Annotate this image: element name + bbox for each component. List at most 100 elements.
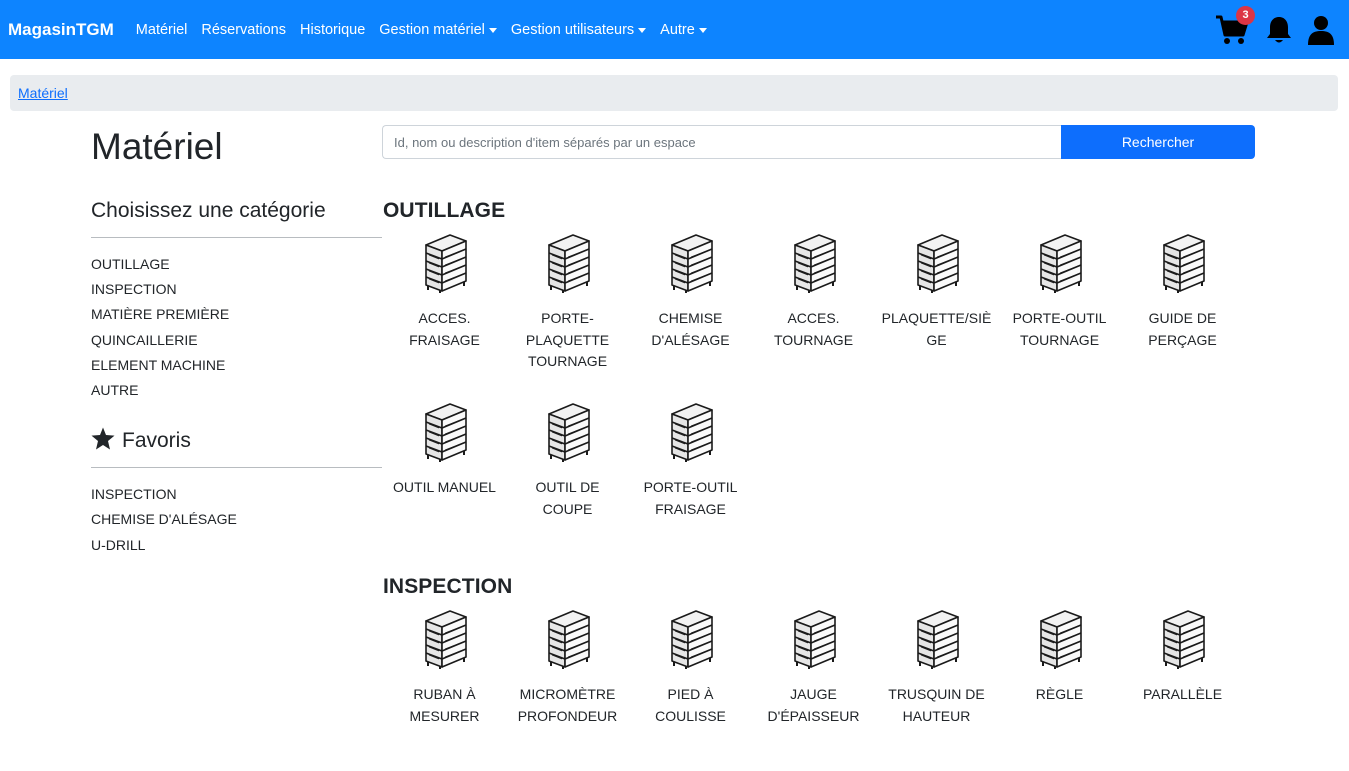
tile-label: OUTIL DE COUPE: [535, 479, 600, 517]
nav-link-label: Autre: [660, 21, 695, 38]
page-title: Matériel: [91, 126, 223, 167]
caret-down-icon: [638, 27, 647, 33]
favorite-link[interactable]: U-DRILL: [91, 536, 382, 561]
brand-logo[interactable]: MagasinTGM: [8, 20, 114, 40]
category-heading: Choisissez une catégorie: [91, 199, 326, 222]
tile-label: RUBAN À MESURER: [409, 686, 480, 724]
search-bar: Rechercher: [382, 125, 1255, 159]
category-tile[interactable]: RÈGLE: [998, 602, 1121, 771]
storage-cabinet-icon: [543, 226, 593, 298]
tile-label: ACCES. FRAISAGE: [409, 310, 480, 348]
category-tile[interactable]: JAUGE D'ÉPAISSEUR: [752, 602, 875, 771]
breadcrumb: Matériel: [10, 75, 1338, 111]
storage-cabinet-icon: [543, 602, 593, 674]
tile-label: ACCES. TOURNAGE: [773, 310, 854, 348]
category-tile[interactable]: TRUSQUIN DE HAUTEUR: [875, 602, 998, 771]
category-tile[interactable]: CHEMISE D'ALÉSAGE: [629, 226, 752, 395]
favorite-link[interactable]: INSPECTION: [91, 485, 382, 510]
nav-link-reservations[interactable]: Réservations: [201, 22, 286, 38]
section-title: OUTILLAGE: [383, 199, 506, 222]
storage-cabinet-icon: [420, 602, 470, 674]
cart-icon[interactable]: 3: [1215, 5, 1255, 46]
favorites-list: INSPECTION CHEMISE D'ALÉSAGE U-DRILL: [91, 485, 382, 561]
storage-cabinet-icon: [1158, 602, 1208, 674]
tile-label: PARALLÈLE: [1142, 686, 1223, 702]
storage-cabinet-icon: [420, 395, 470, 467]
category-list: OUTILLAGE INSPECTION MATIÈRE PREMIÈRE QUINC…: [91, 255, 382, 406]
favorites-heading-label: Favoris: [122, 429, 191, 453]
nav-items: Matériel Réservations Historique Gestion ma…: [136, 22, 721, 38]
nav-link-gestion-utilisateurs[interactable]: Gestion utilisateurs: [510, 21, 647, 38]
category-link[interactable]: INSPECTION: [91, 280, 382, 305]
caret-down-icon: [698, 27, 707, 33]
storage-cabinet-icon: [1158, 226, 1208, 298]
storage-cabinet-icon: [789, 226, 839, 298]
nav-link-autre[interactable]: Autre: [660, 22, 707, 38]
tile-label: TRUSQUIN DE HAUTEUR: [888, 686, 985, 724]
category-content: OUTILLAGE ACCES. FRAISAGE PORTE-PLAQUETT…: [383, 196, 1263, 771]
category-link[interactable]: MATIÈRE PREMIÈRE: [91, 305, 382, 330]
breadcrumb-link-materiel[interactable]: Matériel: [18, 85, 68, 101]
category-tile[interactable]: PORTE-OUTIL FRAISAGE: [629, 395, 752, 564]
favorite-link[interactable]: CHEMISE D'ALÉSAGE: [91, 510, 382, 535]
storage-cabinet-icon: [912, 226, 962, 298]
nav-link-materiel[interactable]: Matériel: [136, 22, 188, 38]
sidebar: Choisissez une catégorie OUTILLAGE INSPEC…: [91, 196, 382, 561]
tile-label: OUTIL MANUEL: [393, 479, 496, 495]
storage-cabinet-icon: [543, 395, 593, 467]
nav-link-gestion-materiel[interactable]: Gestion matériel: [379, 22, 497, 38]
category-tile[interactable]: RUBAN À MESURER: [383, 602, 506, 771]
nav-link-label: Historique: [300, 21, 366, 38]
category-link[interactable]: AUTRE: [91, 381, 382, 406]
category-tile[interactable]: ACCES. FRAISAGE: [383, 226, 506, 395]
top-navbar: MagasinTGM Matériel Réservations Historiqu…: [0, 0, 1349, 59]
storage-cabinet-icon: [666, 602, 716, 674]
nav-link-historique[interactable]: Historique: [300, 22, 365, 38]
category-tile[interactable]: PORTE-PLAQUETTE TOURNAGE: [506, 226, 629, 395]
tile-label: CHEMISE D'ALÉSAGE: [651, 310, 730, 348]
category-link[interactable]: ELEMENT MACHINE: [91, 356, 382, 381]
category-link[interactable]: QUINCAILLERIE: [91, 331, 382, 356]
divider: [91, 467, 382, 469]
tile-label: PORTE-PLAQUETTE TOURNAGE: [525, 310, 610, 369]
nav-actions: 3: [1203, 0, 1335, 59]
category-tile[interactable]: PLAQUETTE/SIÈGE: [875, 226, 998, 395]
storage-cabinet-icon: [1035, 602, 1085, 674]
user-icon[interactable]: [1307, 15, 1335, 45]
tile-label: RÈGLE: [1035, 686, 1084, 702]
favorites-heading: Favoris: [91, 426, 382, 456]
cart-count-badge: 3: [1236, 5, 1255, 25]
divider: [91, 237, 382, 238]
storage-cabinet-icon: [666, 395, 716, 467]
item-grid: ACCES. FRAISAGE PORTE-PLAQUETTE TOURNAGE…: [383, 226, 1245, 564]
category-link[interactable]: OUTILLAGE: [91, 255, 382, 280]
tile-label: PIED À COULISSE: [655, 686, 726, 724]
category-tile[interactable]: OUTIL DE COUPE: [506, 395, 629, 564]
category-tile[interactable]: GUIDE DE PERÇAGE: [1121, 226, 1244, 395]
storage-cabinet-icon: [666, 226, 716, 298]
search-button[interactable]: Rechercher: [1061, 125, 1255, 159]
tile-label: GUIDE DE PERÇAGE: [1148, 310, 1217, 348]
star-icon: [91, 427, 115, 456]
storage-cabinet-icon: [420, 226, 470, 298]
category-tile[interactable]: MICROMÈTRE PROFONDEUR: [506, 602, 629, 771]
category-tile[interactable]: OUTIL MANUEL: [383, 395, 506, 564]
tile-label: JAUGE D'ÉPAISSEUR: [767, 686, 860, 724]
nav-link-label: Gestion matériel: [379, 21, 485, 38]
category-tile[interactable]: PIED À COULISSE: [629, 602, 752, 771]
search-input[interactable]: [382, 125, 1061, 159]
nav-link-label: Gestion utilisateurs: [510, 21, 635, 38]
item-grid: RUBAN À MESURER MICROMÈTRE PROFONDEUR PI…: [383, 602, 1245, 771]
storage-cabinet-icon: [912, 602, 962, 674]
category-tile[interactable]: PORTE-OUTIL TOURNAGE: [998, 226, 1121, 395]
bell-icon[interactable]: [1265, 15, 1293, 45]
storage-cabinet-icon: [789, 602, 839, 674]
tile-label: PORTE-OUTIL TOURNAGE: [1012, 310, 1107, 348]
storage-cabinet-icon: [1035, 226, 1085, 298]
category-tile[interactable]: ACCES. TOURNAGE: [752, 226, 875, 395]
section-title: INSPECTION: [383, 575, 513, 598]
tile-label: PLAQUETTE/SIÈGE: [881, 310, 992, 348]
category-tile[interactable]: PARALLÈLE: [1121, 602, 1244, 771]
tile-label: PORTE-OUTIL FRAISAGE: [643, 479, 738, 517]
nav-link-label: Matériel: [135, 21, 188, 38]
